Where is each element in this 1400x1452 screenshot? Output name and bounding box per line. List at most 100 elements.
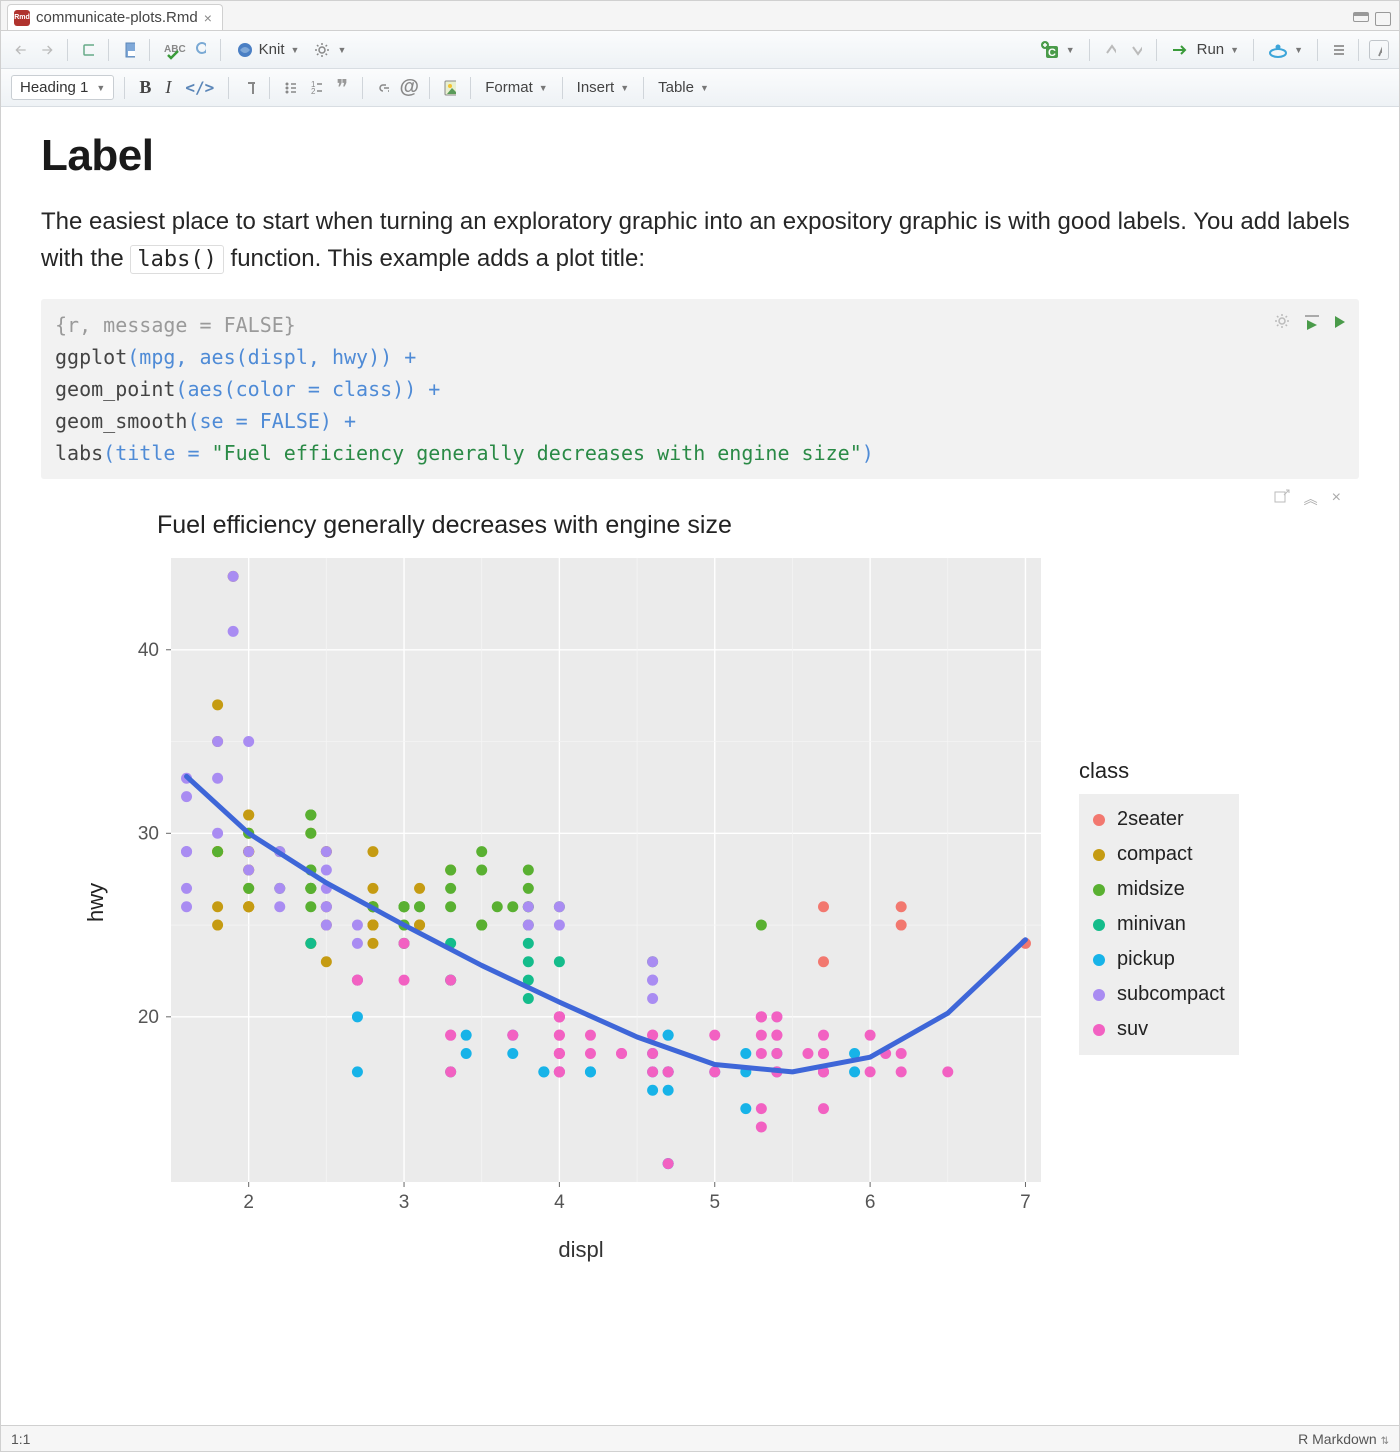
gear-icon bbox=[313, 41, 331, 59]
blockquote-icon[interactable]: ❞ bbox=[332, 78, 352, 98]
gear-dropdown[interactable]: ▼ bbox=[309, 39, 350, 61]
visual-editor-toggle[interactable] bbox=[1369, 40, 1389, 60]
y-axis-label: hwy bbox=[83, 892, 109, 922]
code-line: {r, message = FALSE} bbox=[55, 309, 1345, 341]
run-button[interactable]: Run ▼ bbox=[1167, 39, 1243, 60]
table-menu[interactable]: Table▼ bbox=[654, 77, 713, 98]
bold-button[interactable]: B bbox=[135, 75, 155, 100]
run-label: Run bbox=[1197, 41, 1225, 58]
file-type-selector[interactable]: R Markdown ⇅ bbox=[1298, 1431, 1389, 1447]
plot-title: Fuel efficiency generally decreases with… bbox=[157, 511, 1359, 540]
legend-title: class bbox=[1079, 758, 1239, 784]
legend-label: suv bbox=[1117, 1018, 1148, 1041]
legend-swatch bbox=[1093, 1024, 1105, 1036]
numbered-list-icon[interactable]: 12 bbox=[306, 78, 326, 98]
clear-format-icon[interactable] bbox=[239, 78, 259, 98]
legend-swatch bbox=[1093, 954, 1105, 966]
legend-label: 2seater bbox=[1117, 808, 1184, 831]
legend-label: pickup bbox=[1117, 948, 1175, 971]
maximize-pane-button[interactable] bbox=[1375, 12, 1391, 26]
bullet-list-icon[interactable] bbox=[280, 78, 300, 98]
spellcheck-button[interactable]: ABC bbox=[160, 38, 184, 62]
legend-swatch bbox=[1093, 814, 1105, 826]
link-icon[interactable] bbox=[373, 78, 393, 98]
format-menu[interactable]: Format▼ bbox=[481, 77, 551, 98]
popout-icon[interactable] bbox=[1274, 489, 1290, 509]
run-above-icon[interactable] bbox=[1303, 307, 1321, 339]
file-tab[interactable]: Rmd communicate-plots.Rmd × bbox=[7, 4, 223, 30]
pane-controls bbox=[1353, 12, 1399, 30]
svg-text:6: 6 bbox=[865, 1192, 876, 1213]
chunk-gear-icon[interactable] bbox=[1273, 307, 1291, 339]
svg-text:4: 4 bbox=[554, 1192, 565, 1213]
publish-button[interactable]: ▼ bbox=[1264, 40, 1307, 60]
svg-text:3: 3 bbox=[399, 1192, 410, 1213]
rstudio-source-pane: Rmd communicate-plots.Rmd × ABC Knit ▼ ▼… bbox=[0, 0, 1400, 1452]
svg-text:30: 30 bbox=[138, 824, 159, 845]
file-tabbar: Rmd communicate-plots.Rmd × bbox=[1, 1, 1399, 31]
outline-icon[interactable] bbox=[1328, 40, 1348, 60]
legend-item: subcompact bbox=[1091, 977, 1227, 1012]
editor-body[interactable]: Label The easiest place to start when tu… bbox=[1, 107, 1399, 1425]
knit-button[interactable]: Knit ▼ bbox=[231, 38, 304, 62]
image-icon[interactable] bbox=[440, 78, 460, 98]
forward-icon[interactable] bbox=[37, 40, 57, 60]
clear-output-icon[interactable]: × bbox=[1332, 489, 1341, 509]
legend-label: subcompact bbox=[1117, 983, 1225, 1006]
legend-item: pickup bbox=[1091, 942, 1227, 977]
rmd-icon: Rmd bbox=[14, 10, 30, 26]
svg-text:5: 5 bbox=[709, 1192, 720, 1213]
legend-swatch bbox=[1093, 884, 1105, 896]
run-chunk-icon[interactable] bbox=[1333, 307, 1347, 339]
collapse-icon[interactable]: ︽ bbox=[1304, 489, 1318, 509]
knit-label: Knit bbox=[259, 41, 285, 58]
doc-heading[interactable]: Label bbox=[41, 131, 1359, 181]
svg-text:2: 2 bbox=[311, 87, 316, 96]
legend-item: 2seater bbox=[1091, 802, 1227, 837]
cursor-position[interactable]: 1:1 bbox=[11, 1431, 30, 1447]
file-tab-name: communicate-plots.Rmd bbox=[36, 9, 198, 26]
publish-icon bbox=[1268, 42, 1288, 58]
block-style-label: Heading 1 bbox=[20, 79, 88, 96]
chunk-output: ︽ × Fuel efficiency generally decreases … bbox=[41, 483, 1359, 1275]
legend-swatch bbox=[1093, 989, 1105, 1001]
code-line: geom_point(aes(color = class)) + bbox=[55, 373, 1345, 405]
go-prev-chunk-icon[interactable] bbox=[1100, 40, 1120, 60]
back-icon[interactable] bbox=[11, 40, 31, 60]
insert-chunk-icon: C bbox=[1040, 40, 1060, 60]
code-button[interactable]: </> bbox=[181, 76, 218, 99]
code-line: ggplot(mpg, aes(displ, hwy)) + bbox=[55, 341, 1345, 373]
legend-label: minivan bbox=[1117, 913, 1186, 936]
legend-label: compact bbox=[1117, 843, 1193, 866]
code-line: geom_smooth(se = FALSE) + bbox=[55, 405, 1345, 437]
caret-icon: ▼ bbox=[291, 45, 300, 55]
primary-toolbar: ABC Knit ▼ ▼ C▼ Run ▼ ▼ bbox=[1, 31, 1399, 69]
svg-text:2: 2 bbox=[243, 1192, 254, 1213]
legend-swatch bbox=[1093, 919, 1105, 931]
statusbar: 1:1 R Markdown ⇅ bbox=[1, 1425, 1399, 1451]
block-style-select[interactable]: Heading 1 ▼ bbox=[11, 75, 114, 100]
output-controls: ︽ × bbox=[1274, 489, 1341, 509]
svg-text:C: C bbox=[1048, 47, 1056, 59]
plot-canvas: 234567203040 bbox=[111, 550, 1051, 1230]
knit-icon bbox=[235, 40, 255, 60]
italic-button[interactable]: I bbox=[161, 75, 175, 100]
inline-code: labs() bbox=[130, 245, 223, 274]
legend-item: compact bbox=[1091, 837, 1227, 872]
save-icon[interactable] bbox=[119, 40, 139, 60]
doc-paragraph[interactable]: The easiest place to start when turning … bbox=[41, 203, 1359, 277]
find-replace-icon[interactable] bbox=[190, 40, 210, 60]
insert-chunk-button[interactable]: C▼ bbox=[1036, 38, 1079, 62]
minimize-pane-button[interactable] bbox=[1353, 12, 1369, 22]
citation-icon[interactable]: @ bbox=[399, 78, 419, 98]
code-chunk[interactable]: {r, message = FALSE} ggplot(mpg, aes(dis… bbox=[41, 299, 1359, 479]
legend-swatch bbox=[1093, 849, 1105, 861]
insert-menu[interactable]: Insert▼ bbox=[573, 77, 633, 98]
svg-text:40: 40 bbox=[138, 640, 159, 661]
go-next-chunk-icon[interactable] bbox=[1126, 40, 1146, 60]
close-icon[interactable]: × bbox=[204, 10, 212, 26]
legend: class 2seatercompactmidsizeminivanpickup… bbox=[1079, 758, 1239, 1055]
x-axis-label: displ bbox=[111, 1237, 1051, 1263]
show-in-new-window-icon[interactable] bbox=[78, 40, 98, 60]
svg-text:20: 20 bbox=[138, 1007, 159, 1028]
